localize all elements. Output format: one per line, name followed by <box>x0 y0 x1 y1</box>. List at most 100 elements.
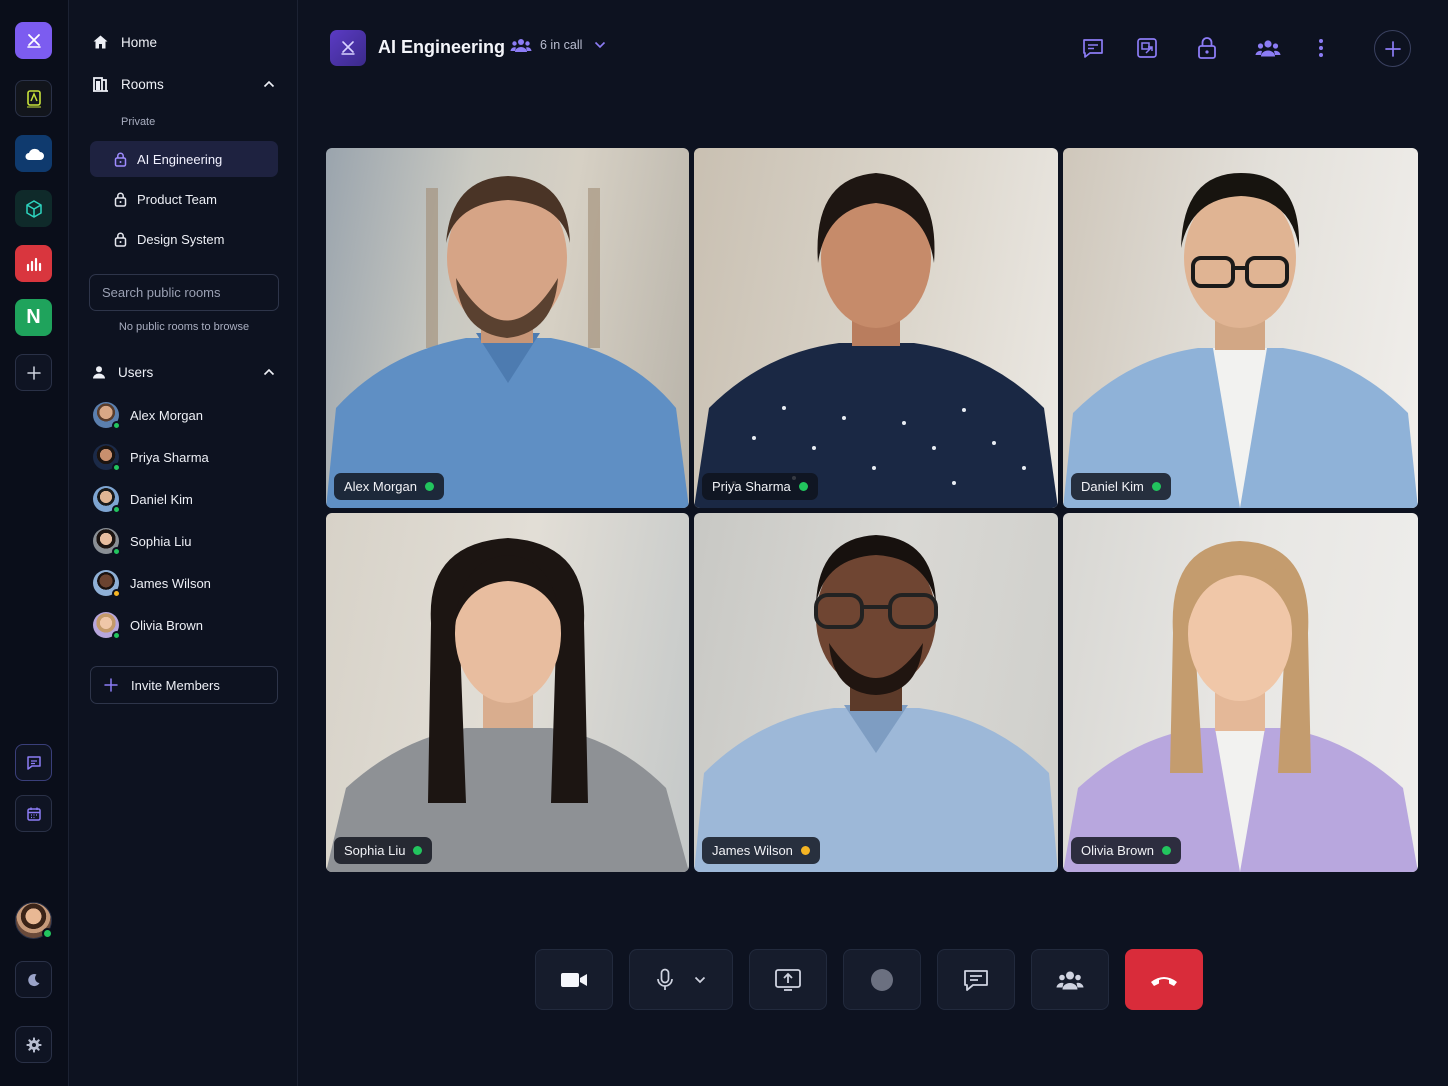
lock-icon <box>1198 37 1216 59</box>
participant-name-tag: Priya Sharma <box>702 473 818 500</box>
room-ai-engineering[interactable]: AI Engineering <box>90 141 278 177</box>
video-tile[interactable]: Alex Morgan <box>326 148 689 508</box>
wordmark-app-icon[interactable] <box>15 80 52 117</box>
participant-name: James Wilson <box>712 843 793 858</box>
video-tile[interactable]: Daniel Kim <box>1063 148 1418 508</box>
plus-icon <box>104 678 118 692</box>
avatar <box>93 486 121 514</box>
user-name: Alex Morgan <box>130 407 203 423</box>
screen-share-button[interactable] <box>1129 30 1165 66</box>
cloud-icon[interactable] <box>15 135 52 172</box>
video-tile[interactable]: Olivia Brown <box>1063 513 1418 872</box>
private-section-label: Private <box>121 116 156 128</box>
microphone-control[interactable] <box>629 949 733 1010</box>
camera-toggle-button[interactable] <box>535 949 613 1010</box>
room-product-team[interactable]: Product Team <box>90 181 278 217</box>
participant-video <box>326 538 689 872</box>
nav-home[interactable]: Home <box>92 27 275 57</box>
room-design-system[interactable]: Design System <box>90 221 278 257</box>
app-logo-icon[interactable] <box>15 22 52 59</box>
user-item-daniel-kim[interactable]: Daniel Kim <box>93 484 193 514</box>
status-away-dot <box>112 589 121 598</box>
participant-video <box>694 173 1058 508</box>
participant-video <box>1063 173 1418 508</box>
user-name: Sophia Liu <box>130 533 192 549</box>
settings-icon[interactable] <box>15 1026 52 1063</box>
participant-name-tag: Daniel Kim <box>1071 473 1171 500</box>
share-screen-button[interactable] <box>749 949 827 1010</box>
people-button[interactable] <box>1250 30 1286 66</box>
participants-dropdown[interactable]: 6 in call <box>510 38 606 52</box>
search-public-rooms-input[interactable] <box>89 274 279 311</box>
add-button[interactable] <box>1374 30 1411 67</box>
user-name: Priya Sharma <box>130 449 209 465</box>
dark-mode-icon[interactable] <box>15 961 52 998</box>
participant-name-tag: Alex Morgan <box>334 473 444 500</box>
in-call-count: 6 in call <box>540 38 583 52</box>
more-options-button[interactable] <box>1303 30 1339 66</box>
status-away-dot <box>800 846 810 855</box>
home-icon <box>93 35 108 49</box>
user-icon <box>93 366 105 379</box>
microphone-icon[interactable] <box>656 968 674 992</box>
status-online-dot <box>413 846 423 855</box>
user-item-priya-sharma[interactable]: Priya Sharma <box>93 442 209 472</box>
people-icon <box>1255 40 1281 57</box>
user-name: Daniel Kim <box>130 491 193 507</box>
add-app-icon[interactable] <box>15 354 52 391</box>
nav-rooms[interactable]: Rooms <box>92 69 275 99</box>
participants-button[interactable] <box>1031 949 1109 1010</box>
participant-video <box>694 535 1058 872</box>
notion-n-letter: N <box>26 306 41 328</box>
video-tile[interactable]: Sophia Liu <box>326 513 689 872</box>
cube-icon[interactable] <box>15 190 52 227</box>
user-name: James Wilson <box>130 575 211 591</box>
current-user-avatar[interactable] <box>15 902 53 939</box>
room-title: AI Engineering <box>378 37 506 57</box>
chat-button[interactable] <box>937 949 1015 1010</box>
phone-hangup-icon <box>1151 976 1177 986</box>
video-tile[interactable]: James Wilson <box>694 513 1058 872</box>
status-online-dot <box>112 421 121 430</box>
lock-icon <box>114 192 127 207</box>
participant-name-tag: James Wilson <box>702 837 820 864</box>
no-public-rooms-text: No public rooms to browse <box>118 321 250 333</box>
message-square-icon <box>1083 39 1103 58</box>
nav-users[interactable]: Users <box>92 357 275 387</box>
invite-members-button[interactable]: Invite Members <box>90 666 278 704</box>
chat-icon[interactable] <box>15 744 52 781</box>
status-online-dot <box>112 463 121 472</box>
lock-room-button[interactable] <box>1189 30 1225 66</box>
bar-chart-icon[interactable] <box>15 245 52 282</box>
chevron-up-icon[interactable] <box>263 368 275 376</box>
record-button[interactable] <box>843 949 921 1010</box>
status-online-dot <box>1151 482 1161 491</box>
participant-name: Olivia Brown <box>1081 843 1154 858</box>
user-item-olivia-brown[interactable]: Olivia Brown <box>93 610 203 640</box>
more-vertical-icon <box>1319 39 1323 57</box>
invite-members-label: Invite Members <box>131 677 220 693</box>
calendar-icon[interactable] <box>15 795 52 832</box>
lock-icon <box>114 232 127 247</box>
chevron-up-icon[interactable] <box>263 80 275 88</box>
plus-icon <box>1384 40 1401 57</box>
participant-name-tag: Olivia Brown <box>1071 837 1181 864</box>
user-item-sophia-liu[interactable]: Sophia Liu <box>93 526 191 556</box>
participant-video <box>326 176 689 508</box>
participant-video <box>1063 541 1418 872</box>
participant-name: Daniel Kim <box>1081 479 1144 494</box>
notion-n-icon[interactable]: N <box>15 299 52 336</box>
chevron-down-icon <box>595 41 606 49</box>
message-square-icon <box>964 969 988 991</box>
screen-share-icon <box>775 968 801 991</box>
chat-panel-button[interactable] <box>1075 30 1111 66</box>
user-item-james-wilson[interactable]: James Wilson <box>93 568 211 598</box>
nav-rooms-label: Rooms <box>121 76 164 92</box>
chevron-down-icon[interactable] <box>694 976 706 984</box>
rooms-icon <box>93 77 108 92</box>
user-item-alex-morgan[interactable]: Alex Morgan <box>93 400 203 430</box>
app-rail: N <box>0 0 69 1086</box>
room-label: Design System <box>137 231 225 247</box>
video-tile[interactable]: Priya Sharma <box>694 148 1058 508</box>
end-call-button[interactable] <box>1125 949 1203 1010</box>
